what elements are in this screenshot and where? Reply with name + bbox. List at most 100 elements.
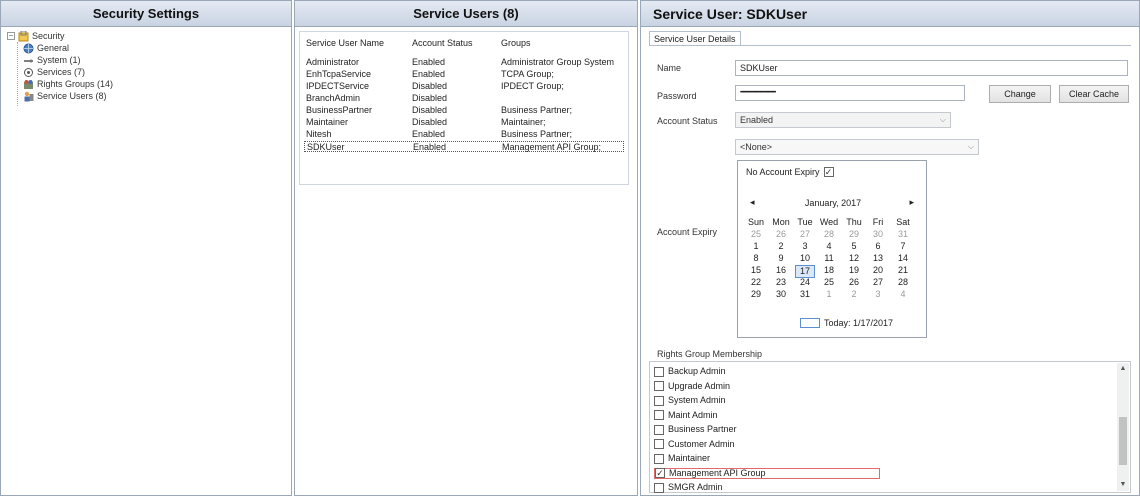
calendar-day[interactable]: 20 [868, 265, 888, 276]
table-row[interactable]: EnhTcpaService Enabled TCPA Group; [304, 69, 624, 80]
rights-group-checkbox[interactable] [654, 410, 664, 420]
calendar-day[interactable]: 30 [771, 289, 791, 300]
calendar-day[interactable]: 1 [819, 289, 839, 300]
calendar-day[interactable]: 29 [844, 229, 864, 240]
calendar-day[interactable]: 4 [819, 241, 839, 252]
calendar-day[interactable]: 26 [844, 277, 864, 288]
rights-group-checkbox[interactable] [654, 424, 664, 435]
table-row[interactable]: Nitesh Enabled Business Partner; [304, 129, 624, 140]
calendar-day[interactable]: 12 [844, 253, 864, 264]
calendar-day[interactable]: 28 [893, 277, 913, 288]
rights-group-item[interactable]: Customer Admin [654, 439, 735, 450]
rights-group-checkbox[interactable] [654, 381, 664, 391]
rights-group-item[interactable]: Backup Admin [654, 366, 726, 377]
calendar-day[interactable]: 27 [868, 277, 888, 288]
calendar-day[interactable]: 22 [746, 277, 766, 288]
rights-group-checkbox[interactable] [654, 366, 664, 377]
column-header-groups[interactable]: Groups [501, 38, 531, 48]
tree-item-service-users[interactable]: Service Users (8) [23, 90, 107, 102]
tree-item-general[interactable]: General [23, 42, 69, 54]
calendar-day[interactable]: 5 [844, 241, 864, 252]
scroll-thumb[interactable] [1119, 417, 1127, 465]
rights-group-label: Upgrade Admin [668, 380, 731, 391]
calendar-day[interactable]: 16 [771, 265, 791, 276]
calendar-day[interactable]: 6 [868, 241, 888, 252]
clear-cache-button[interactable]: Clear Cache [1059, 85, 1129, 103]
calendar-day[interactable]: 26 [771, 229, 791, 240]
rights-group-label: Rights Group Membership [657, 349, 763, 359]
calendar-day[interactable]: 1 [746, 241, 766, 252]
calendar-day[interactable]: 19 [844, 265, 864, 276]
rights-group-checkbox[interactable] [654, 439, 664, 449]
no-account-expiry[interactable]: No Account Expiry ✓ [746, 167, 834, 177]
scroll-up-icon[interactable]: ▲ [1117, 363, 1129, 375]
table-row-selected[interactable]: SDKUser Enabled Management API Group; [304, 141, 624, 152]
calendar-day[interactable]: 15 [746, 265, 766, 276]
calendar-day[interactable]: 31 [893, 229, 913, 240]
rights-group-item[interactable]: ✓ Management API Group [654, 467, 880, 479]
account-status-select[interactable]: Enabled ⌵ [735, 112, 951, 128]
cell-status: Disabled [412, 81, 448, 91]
rights-group-checkbox[interactable] [654, 482, 664, 493]
column-header-status[interactable]: Account Status [412, 38, 473, 48]
tree-item-system[interactable]: System (1) [23, 54, 81, 66]
calendar-day[interactable]: 28 [819, 229, 839, 240]
calendar-day[interactable]: 25 [819, 277, 839, 288]
calendar-day[interactable]: 13 [868, 253, 888, 264]
cell-groups: IPDECT Group; [501, 81, 564, 91]
rights-group-item[interactable]: Business Partner [654, 424, 737, 435]
table-row[interactable]: IPDECTService Disabled IPDECT Group; [304, 81, 624, 92]
calendar-day[interactable]: 9 [771, 253, 791, 264]
calendar-day[interactable]: 14 [893, 253, 913, 264]
calendar-day[interactable]: 2 [844, 289, 864, 300]
rights-group-item[interactable]: SMGR Admin [654, 482, 723, 493]
calendar-day[interactable]: 23 [771, 277, 791, 288]
calendar-day[interactable]: 25 [746, 229, 766, 240]
no-account-expiry-checkbox[interactable]: ✓ [823, 167, 834, 177]
column-header-name[interactable]: Service User Name [306, 38, 384, 48]
account-expiry-select[interactable]: <None> ⌵ [735, 139, 979, 155]
tree-item-rights-groups[interactable]: Rights Groups (14) [23, 78, 113, 90]
calendar-day[interactable]: 7 [893, 241, 913, 252]
table-row[interactable]: Administrator Enabled Administrator Grou… [304, 57, 624, 68]
change-button[interactable]: Change [989, 85, 1051, 103]
calendar-day[interactable]: 8 [746, 253, 766, 264]
calendar-next-icon[interactable]: ▸ [909, 197, 914, 208]
rights-group-item[interactable]: Upgrade Admin [654, 381, 730, 392]
tree-item-services[interactable]: Services (7) [23, 66, 85, 78]
calendar-day[interactable]: 10 [795, 253, 815, 264]
calendar-today-label[interactable]: Today: 1/17/2017 [824, 318, 893, 328]
account-status-value: Enabled [740, 115, 774, 125]
calendar-day[interactable]: 29 [746, 289, 766, 300]
calendar-day[interactable]: 3 [868, 289, 888, 300]
calendar-day[interactable]: 4 [893, 289, 913, 300]
tab-service-user-details[interactable]: Service User Details [649, 31, 741, 45]
calendar-day[interactable]: 2 [771, 241, 791, 252]
rights-group-checkbox[interactable] [654, 395, 664, 406]
system-icon [23, 55, 34, 66]
rights-group-checkbox[interactable] [654, 453, 664, 464]
table-row[interactable]: BranchAdmin Disabled [304, 93, 624, 104]
name-field[interactable]: SDKUser [735, 60, 1128, 76]
cell-groups: Business Partner; [501, 129, 573, 139]
table-row[interactable]: BusinessPartner Disabled Business Partne… [304, 105, 624, 116]
tree-item-security[interactable]: − Security [7, 30, 65, 42]
calendar-day[interactable]: 18 [819, 265, 839, 276]
rights-group-item[interactable]: Maint Admin [654, 410, 718, 421]
table-row[interactable]: Maintainer Disabled Maintainer; [304, 117, 624, 128]
calendar-day[interactable]: 27 [795, 229, 815, 240]
calendar-day[interactable]: 11 [819, 253, 839, 264]
calendar-day-header: Mon [772, 217, 790, 227]
rights-group-checkbox[interactable]: ✓ [655, 468, 665, 478]
rights-scrollbar[interactable]: ▲ ▼ [1117, 363, 1129, 491]
calendar-day[interactable]: 31 [795, 289, 815, 300]
scroll-down-icon[interactable]: ▼ [1117, 479, 1129, 491]
calendar-day[interactable]: 21 [893, 265, 913, 276]
collapse-icon[interactable]: − [7, 32, 15, 40]
calendar-day[interactable]: 24 [795, 277, 815, 288]
calendar-day[interactable]: 3 [795, 241, 815, 252]
calendar-day[interactable]: 30 [868, 229, 888, 240]
rights-group-item[interactable]: Maintainer [654, 453, 710, 464]
rights-group-item[interactable]: System Admin [654, 395, 726, 406]
password-field[interactable]: •••••••••••••••••••••••••••••••• [735, 85, 965, 101]
